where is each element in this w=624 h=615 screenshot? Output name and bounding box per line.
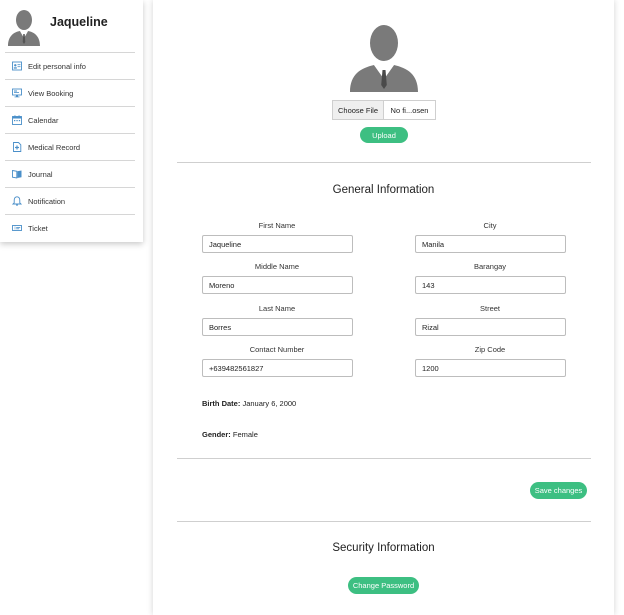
sidebar-item-edit-personal-info[interactable]: Edit personal info (5, 52, 135, 79)
birth-date-value: January 6, 2000 (242, 399, 297, 408)
divider (177, 458, 591, 459)
city-input[interactable] (415, 235, 566, 253)
divider (177, 521, 591, 522)
choose-file-button[interactable]: Choose File (333, 101, 384, 119)
sidebar-item-label: Medical Record (28, 142, 81, 152)
contact-number-label: Contact Number (249, 345, 305, 354)
sidebar-item-label: Calendar (28, 115, 59, 125)
upload-button[interactable]: Upload (360, 127, 408, 143)
sidebar-item-label: Ticket (28, 223, 48, 233)
middle-name-input[interactable] (202, 276, 353, 294)
change-password-button[interactable]: Change Password (348, 577, 419, 594)
last-name-label: Last Name (258, 304, 296, 313)
file-name-text: No fi...osen (390, 105, 429, 115)
file-upload-field: Choose File No fi...osen (332, 100, 436, 120)
birth-date-label: Birth Date: (202, 399, 241, 408)
gender-label: Gender: (202, 430, 231, 439)
sidebar-item-label: Journal (28, 169, 53, 179)
sidebar-item-label: Notification (28, 196, 66, 206)
first-name-input[interactable] (202, 235, 353, 253)
sidebar-item-label: View Booking (28, 88, 74, 98)
zip-code-label: Zip Code (474, 345, 506, 354)
sidebar-item-calendar[interactable]: Calendar (5, 106, 135, 133)
gender-row: Gender: Female (202, 430, 258, 439)
street-input[interactable] (415, 318, 566, 336)
save-changes-button[interactable]: Save changes (530, 482, 587, 499)
city-label: City (483, 221, 497, 230)
journal-icon (12, 169, 22, 179)
general-information-title: General Information (332, 184, 435, 196)
divider (177, 162, 591, 163)
monitor-icon (12, 88, 22, 98)
sidebar-item-journal[interactable]: Journal (5, 160, 135, 187)
sidebar: Jaqueline Edit personal info View Bookin… (0, 0, 143, 242)
sidebar-item-medical-record[interactable]: Medical Record (5, 133, 135, 160)
calendar-icon (12, 115, 22, 125)
contact-number-input[interactable] (202, 359, 353, 377)
bell-icon (12, 196, 22, 206)
sidebar-item-notification[interactable]: Notification (5, 187, 135, 214)
barangay-label: Barangay (473, 262, 507, 271)
street-label: Street (479, 304, 500, 313)
user-avatar-icon (8, 10, 40, 46)
security-information-title: Security Information (332, 542, 435, 554)
birth-date-row: Birth Date: January 6, 2000 (202, 399, 296, 408)
gender-value: Female (232, 430, 258, 439)
zip-code-input[interactable] (415, 359, 566, 377)
sidebar-item-view-booking[interactable]: View Booking (5, 79, 135, 106)
page: Jaqueline Edit personal info View Bookin… (0, 0, 624, 615)
barangay-input[interactable] (415, 276, 566, 294)
sidebar-header: Jaqueline (0, 0, 143, 52)
id-card-icon (12, 61, 22, 71)
sidebar-menu: Edit personal info View Booking Calendar… (5, 52, 135, 241)
sidebar-item-ticket[interactable]: Ticket (5, 214, 135, 241)
ticket-icon (12, 225, 22, 231)
middle-name-label: Middle Name (254, 262, 300, 271)
profile-avatar-icon (350, 25, 418, 92)
first-name-label: First Name (258, 221, 296, 230)
main-panel: Choose File No fi...osen Upload General … (153, 0, 614, 615)
sidebar-user-name: Jaqueline (50, 15, 108, 29)
last-name-input[interactable] (202, 318, 353, 336)
medical-record-icon (13, 142, 22, 152)
sidebar-item-label: Edit personal info (28, 61, 86, 71)
